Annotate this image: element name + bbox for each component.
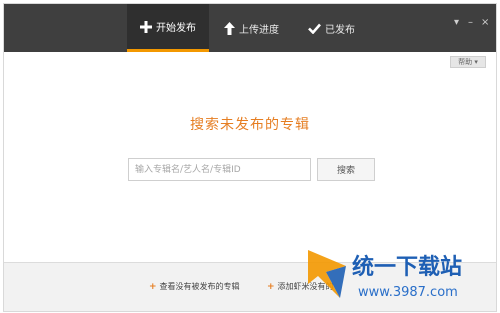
watermark-brand: 统一下载站 xyxy=(352,254,462,280)
search-button[interactable]: 搜索 xyxy=(317,158,375,181)
watermark-url: www.3987.com xyxy=(358,285,458,300)
plus-small-icon: + xyxy=(267,281,275,292)
plus-small-icon: + xyxy=(149,281,157,292)
watermark-logo: 统一下载站 www.3987.com xyxy=(306,244,496,304)
plus-icon xyxy=(140,20,152,33)
link-label: 查看没有被发布的专辑 xyxy=(159,282,240,291)
page-title: 搜索未发布的专辑 xyxy=(190,117,310,133)
close-icon[interactable]: × xyxy=(481,18,489,28)
tab-start-publish[interactable]: 开始发布 xyxy=(127,4,209,52)
tab-upload-progress[interactable]: 上传进度 xyxy=(219,4,284,52)
minimize-icon[interactable]: – xyxy=(468,18,473,28)
search-input[interactable] xyxy=(128,158,311,181)
view-unpublished-link[interactable]: + 查看没有被发布的专辑 xyxy=(149,281,240,292)
check-icon xyxy=(308,23,321,34)
arrow-up-icon xyxy=(224,21,235,35)
help-button[interactable]: 帮助 ▾ xyxy=(450,56,486,68)
menu-dropdown-icon[interactable]: ▾ xyxy=(454,18,459,28)
tab-label: 上传进度 xyxy=(239,24,279,36)
tab-label: 已发布 xyxy=(325,24,355,36)
title-bar: 开始发布 上传进度 已发布 ▾ – × xyxy=(4,4,496,52)
tab-published[interactable]: 已发布 xyxy=(304,4,359,52)
tab-label: 开始发布 xyxy=(156,23,196,34)
